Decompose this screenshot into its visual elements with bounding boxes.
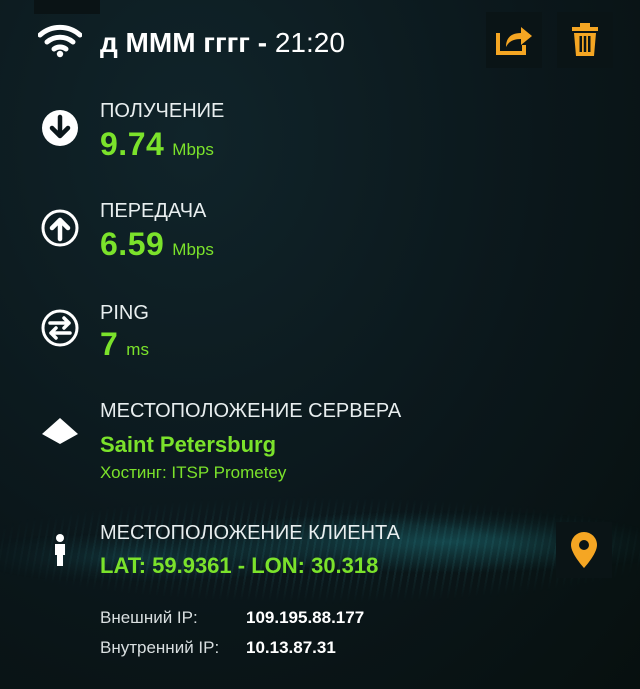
upload-unit: Mbps [172, 240, 214, 259]
server-location-label: МЕСТОПОЛОЖЕНИЕ СЕРВЕРА [100, 400, 402, 422]
show-on-map-button[interactable] [556, 522, 612, 578]
download-unit: Mbps [172, 140, 214, 159]
delete-button[interactable] [557, 12, 613, 68]
result-header: д МММ гггг - 21:20 [0, 18, 640, 70]
upload-arrow-icon [41, 209, 79, 247]
map-pin-icon [571, 532, 597, 568]
server-location-icon [42, 418, 78, 444]
background-wave [0, 470, 640, 630]
ping-value: 7 [100, 326, 119, 362]
download-value: 9.74 [100, 126, 165, 162]
result-time: 21:20 [274, 27, 345, 58]
client-location-label: МЕСТОПОЛОЖЕНИЕ КЛИЕНТА [100, 522, 400, 544]
download-label: ПОЛУЧЕНИЕ [100, 100, 225, 122]
server-city: Saint Petersburg [100, 432, 277, 457]
upload-label: ПЕРЕДАЧА [100, 200, 207, 222]
internal-ip-value: 10.13.87.31 [246, 638, 336, 657]
server-hosting: Хостинг: ITSP Prometey [100, 463, 286, 483]
share-button[interactable] [486, 12, 542, 68]
hosting-value: ITSP Prometey [171, 463, 287, 482]
top-tab-stub [34, 0, 100, 14]
ping-unit: ms [126, 340, 149, 359]
result-date-name: д МММ гггг - [100, 27, 275, 58]
ping-arrows-icon [41, 309, 79, 347]
wifi-icon [38, 24, 82, 58]
ping-value-line: 7 ms [100, 326, 149, 363]
trash-icon [572, 23, 598, 56]
person-icon [55, 534, 65, 566]
client-coordinates: LAT: 59.9361 - LON: 30.318 [100, 553, 379, 578]
hosting-label: Хостинг: [100, 463, 172, 482]
external-ip-value: 109.195.88.177 [246, 608, 365, 627]
result-title: д МММ гггг - 21:20 [100, 26, 345, 60]
download-value-line: 9.74 Mbps [100, 126, 214, 163]
upload-value: 6.59 [100, 226, 165, 262]
download-arrow-icon [42, 110, 78, 146]
upload-value-line: 6.59 Mbps [100, 226, 214, 263]
share-icon [496, 27, 532, 55]
ping-label: PING [100, 302, 149, 324]
external-ip-label: Внешний IP: [100, 608, 198, 627]
internal-ip-label: Внутренний IP: [100, 638, 220, 657]
